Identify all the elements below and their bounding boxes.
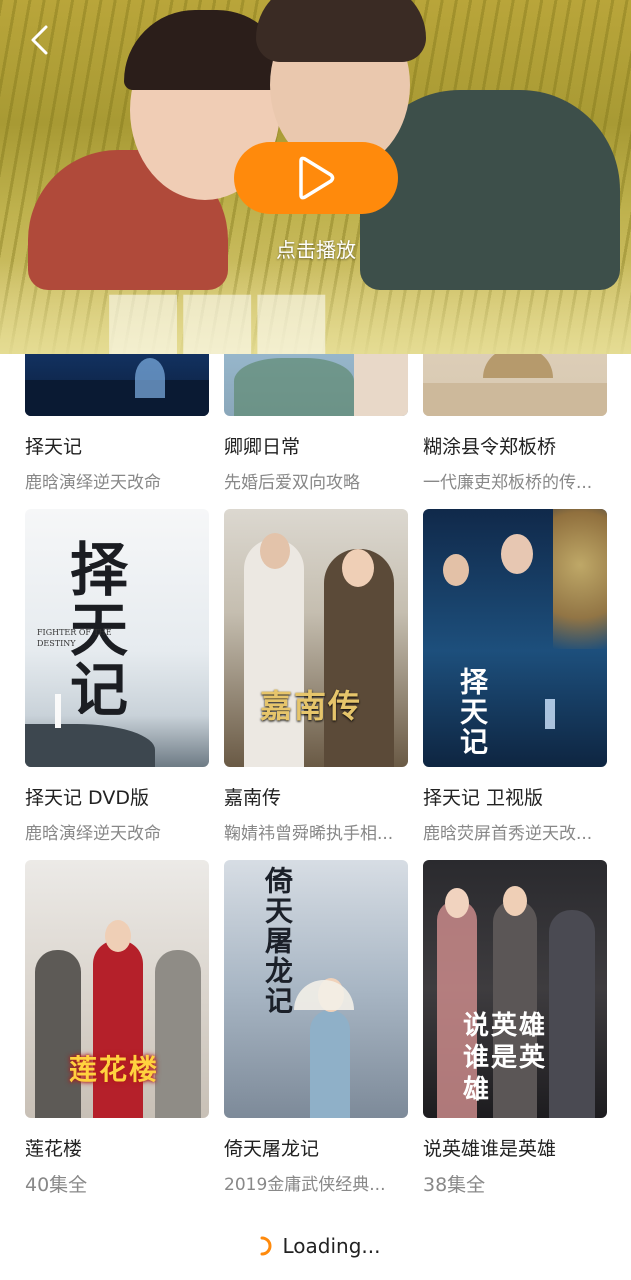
- play-button[interactable]: [234, 142, 398, 214]
- card-title[interactable]: 莲花楼: [25, 1134, 209, 1161]
- card-subtitle: 鹿晗演绎逆天改命: [25, 473, 161, 493]
- play-label[interactable]: 点击播放: [234, 234, 398, 263]
- card-subtitle: 鞠婧祎曾舜晞执手相...: [224, 824, 394, 844]
- card-title[interactable]: 卿卿日常: [224, 432, 408, 459]
- poster-title-art: 倚天屠龙记: [261, 866, 294, 1016]
- poster-english-title: FIGHTER OF THE DESTINY: [37, 628, 112, 648]
- card-title[interactable]: 择天记 卫视版: [423, 783, 607, 810]
- poster[interactable]: 说英雄谁是英雄: [423, 860, 607, 1118]
- card-title[interactable]: 择天记 DVD版: [25, 783, 209, 810]
- poster[interactable]: 莲花楼: [25, 860, 209, 1118]
- chevron-left-icon: [31, 25, 48, 55]
- loading-indicator: Loading...: [0, 1234, 631, 1264]
- card-subtitle: 先婚后爱双向攻略: [224, 473, 360, 493]
- spinner-icon: [260, 1236, 271, 1256]
- poster[interactable]: 择天记: [423, 509, 607, 767]
- card-subtitle: 2019金庸武侠经典...: [224, 1175, 386, 1195]
- card-title[interactable]: 糊涂县令郑板桥: [423, 432, 607, 459]
- poster[interactable]: 倚天屠龙记: [224, 860, 408, 1118]
- card-title[interactable]: 嘉南传: [224, 783, 408, 810]
- card-subtitle: 鹿晗荧屏首秀逆天改...: [423, 824, 593, 844]
- card-title[interactable]: 说英雄谁是英雄: [423, 1134, 607, 1161]
- poster-title-art: 莲花楼: [69, 1053, 160, 1086]
- card-title[interactable]: 倚天屠龙记: [224, 1134, 408, 1161]
- video-player[interactable]: ▇▇▇ 点击播放: [0, 0, 631, 354]
- card-title[interactable]: 择天记: [25, 432, 209, 459]
- page: 择天记 鹿晗演绎逆天改命 卿卿日常 先婚后爱双向攻略 糊涂县令郑板桥 一代廉吏郑…: [0, 0, 631, 1280]
- card-subtitle: 鹿晗演绎逆天改命: [25, 824, 161, 844]
- poster[interactable]: 嘉南传: [224, 509, 408, 767]
- play-icon: [299, 156, 335, 200]
- card-subtitle: 40集全: [25, 1174, 88, 1196]
- loading-text: Loading...: [282, 1234, 381, 1258]
- card-subtitle: 一代廉吏郑板桥的传...: [423, 473, 593, 493]
- card-subtitle: 38集全: [423, 1174, 486, 1196]
- poster[interactable]: 择天记 FIGHTER OF THE DESTINY: [25, 509, 209, 767]
- back-button[interactable]: [22, 20, 62, 60]
- poster-title-art: 嘉南传: [260, 687, 363, 725]
- poster-title-art: 择天记: [456, 667, 489, 757]
- poster-title-art: 说英雄谁是英雄: [463, 1011, 548, 1105]
